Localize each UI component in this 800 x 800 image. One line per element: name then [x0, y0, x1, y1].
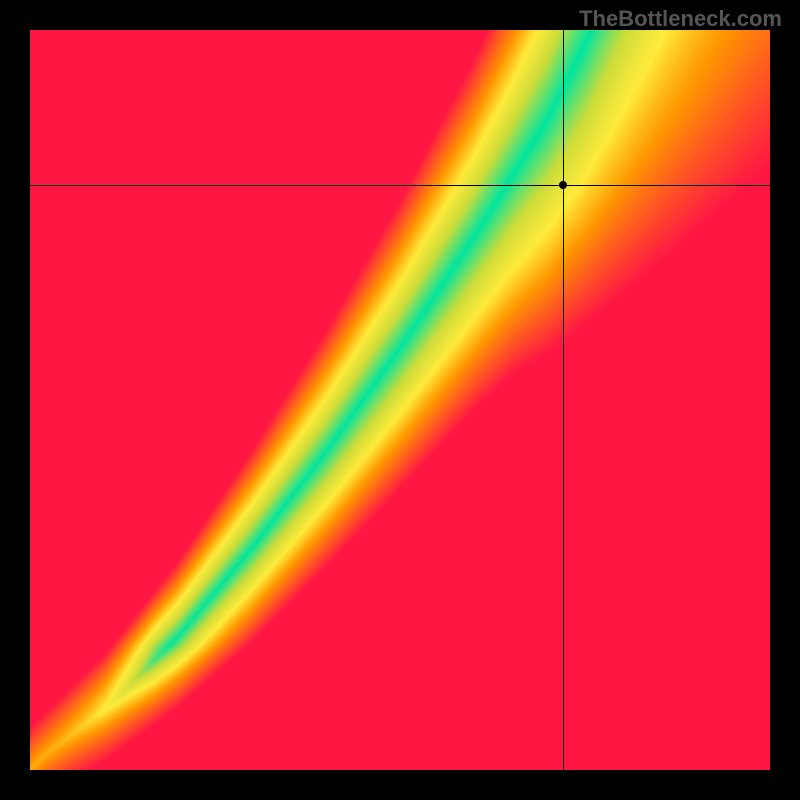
heatmap-canvas — [30, 30, 770, 770]
heatmap-plot — [30, 30, 770, 770]
selection-marker — [559, 181, 567, 189]
crosshair-vertical — [563, 30, 564, 770]
watermark-text: TheBottleneck.com — [579, 6, 782, 32]
crosshair-horizontal — [30, 185, 770, 186]
chart-container: TheBottleneck.com — [0, 0, 800, 800]
